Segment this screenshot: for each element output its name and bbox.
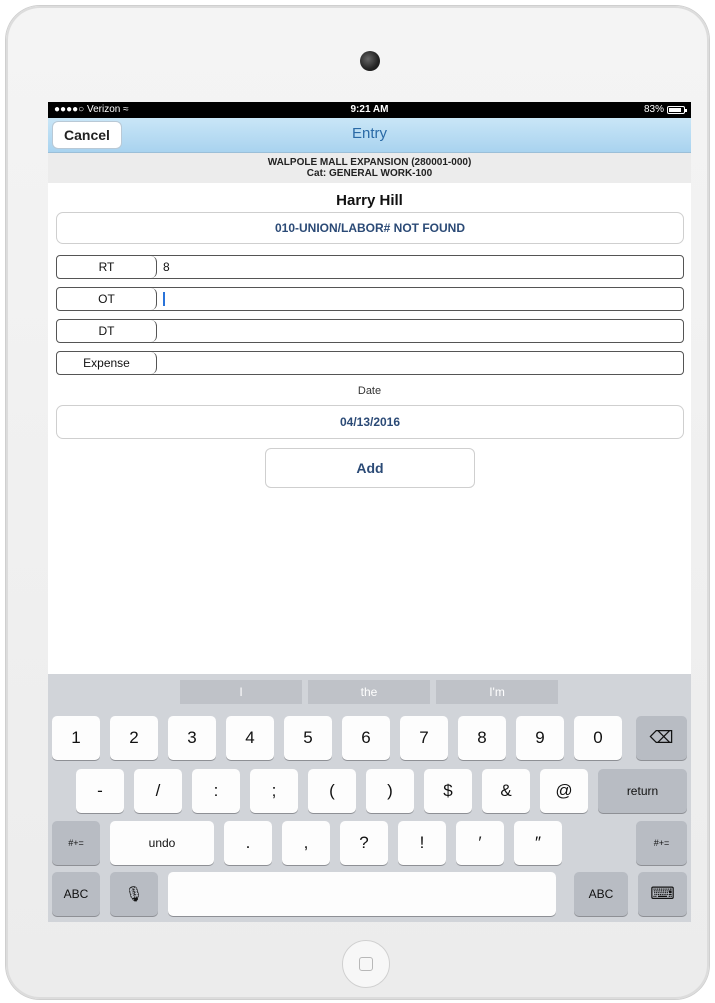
key-slash[interactable]: / xyxy=(134,769,182,813)
union-labor-button[interactable]: 010-UNION/LABOR# NOT FOUND xyxy=(56,212,684,244)
ot-label: OT xyxy=(57,288,157,310)
symbols-key-right[interactable]: #+= xyxy=(636,821,687,865)
key-comma[interactable]: , xyxy=(282,821,330,865)
status-time: 9:21 AM xyxy=(350,104,389,115)
key-quote[interactable]: ″ xyxy=(514,821,562,865)
ot-field[interactable]: OT xyxy=(56,287,684,311)
microphone-icon: 🎙 xyxy=(124,886,144,903)
camera-icon xyxy=(360,51,380,71)
key-0[interactable]: 0 xyxy=(574,716,622,760)
suggestion-1[interactable]: I xyxy=(180,680,302,704)
dictation-key[interactable]: 🎙 xyxy=(110,872,158,916)
space-key[interactable] xyxy=(168,872,556,916)
date-picker-button[interactable]: 04/13/2016 xyxy=(56,405,684,439)
screen: ●●●●○ Verizon ≈ 9:21 AM 83% Entry Cancel… xyxy=(48,102,691,922)
key-semicolon[interactable]: ; xyxy=(250,769,298,813)
key-dash[interactable]: - xyxy=(76,769,124,813)
date-value: 04/13/2016 xyxy=(339,415,401,429)
dt-label: DT xyxy=(57,320,157,342)
rt-field[interactable]: RT 8 xyxy=(56,255,684,279)
battery-percent: 83% xyxy=(643,104,664,115)
text-cursor xyxy=(163,292,165,306)
abc-key-right[interactable]: ABC xyxy=(574,872,628,916)
key-6[interactable]: 6 xyxy=(342,716,390,760)
navigation-bar: Entry Cancel xyxy=(48,118,691,153)
key-9[interactable]: 9 xyxy=(516,716,564,760)
key-4[interactable]: 4 xyxy=(226,716,274,760)
key-ampersand[interactable]: & xyxy=(482,769,530,813)
home-square-icon xyxy=(359,957,373,971)
key-apostrophe[interactable]: ′ xyxy=(456,821,504,865)
key-5[interactable]: 5 xyxy=(284,716,332,760)
on-screen-keyboard: I the I'm 1 2 3 4 5 6 7 8 9 0 ⌫ - / : ; … xyxy=(48,674,691,922)
suggestion-3[interactable]: I'm xyxy=(436,680,558,704)
rt-input[interactable]: 8 xyxy=(157,256,683,278)
key-2[interactable]: 2 xyxy=(110,716,158,760)
battery-status: 83% xyxy=(643,102,687,118)
key-exclamation[interactable]: ! xyxy=(398,821,446,865)
expense-field[interactable]: Expense xyxy=(56,351,684,375)
cancel-button[interactable]: Cancel xyxy=(52,121,122,149)
battery-icon xyxy=(667,106,687,114)
tablet-frame: ●●●●○ Verizon ≈ 9:21 AM 83% Entry Cancel… xyxy=(6,6,709,999)
project-name: WALPOLE MALL EXPANSION (280001-000) xyxy=(267,157,472,168)
backspace-key[interactable]: ⌫ xyxy=(636,716,687,760)
project-header: WALPOLE MALL EXPANSION (280001-000) Cat:… xyxy=(48,153,691,183)
union-labor-text: 010-UNION/LABOR# NOT FOUND xyxy=(274,221,465,235)
expense-input[interactable] xyxy=(157,352,683,374)
expense-label: Expense xyxy=(57,352,157,374)
key-close-paren[interactable]: ) xyxy=(366,769,414,813)
key-dollar[interactable]: $ xyxy=(424,769,472,813)
symbols-key-left[interactable]: #+= xyxy=(52,821,100,865)
project-category: Cat: GENERAL WORK-100 xyxy=(306,168,433,179)
key-7[interactable]: 7 xyxy=(400,716,448,760)
employee-name: Harry Hill xyxy=(336,192,403,209)
dt-field[interactable]: DT xyxy=(56,319,684,343)
date-label: Date xyxy=(357,385,382,397)
keyboard-icon: ⌨ xyxy=(650,884,675,903)
key-period[interactable]: . xyxy=(224,821,272,865)
key-8[interactable]: 8 xyxy=(458,716,506,760)
hide-keyboard-key[interactable]: ⌨ xyxy=(638,872,687,916)
key-3[interactable]: 3 xyxy=(168,716,216,760)
key-1[interactable]: 1 xyxy=(52,716,100,760)
key-colon[interactable]: : xyxy=(192,769,240,813)
page-title: Entry xyxy=(351,125,387,142)
backspace-icon: ⌫ xyxy=(649,728,674,747)
key-at[interactable]: @ xyxy=(540,769,588,813)
add-button[interactable]: Add xyxy=(265,448,475,488)
key-open-paren[interactable]: ( xyxy=(308,769,356,813)
ot-input[interactable] xyxy=(157,288,683,310)
suggestion-2[interactable]: the xyxy=(308,680,430,704)
key-question[interactable]: ? xyxy=(340,821,388,865)
undo-key[interactable]: undo xyxy=(110,821,214,865)
home-button[interactable] xyxy=(342,940,390,988)
status-bar: ●●●●○ Verizon ≈ 9:21 AM 83% xyxy=(48,102,691,118)
dt-input[interactable] xyxy=(157,320,683,342)
abc-key-left[interactable]: ABC xyxy=(52,872,100,916)
return-key[interactable]: return xyxy=(598,769,687,813)
rt-label: RT xyxy=(57,256,157,278)
